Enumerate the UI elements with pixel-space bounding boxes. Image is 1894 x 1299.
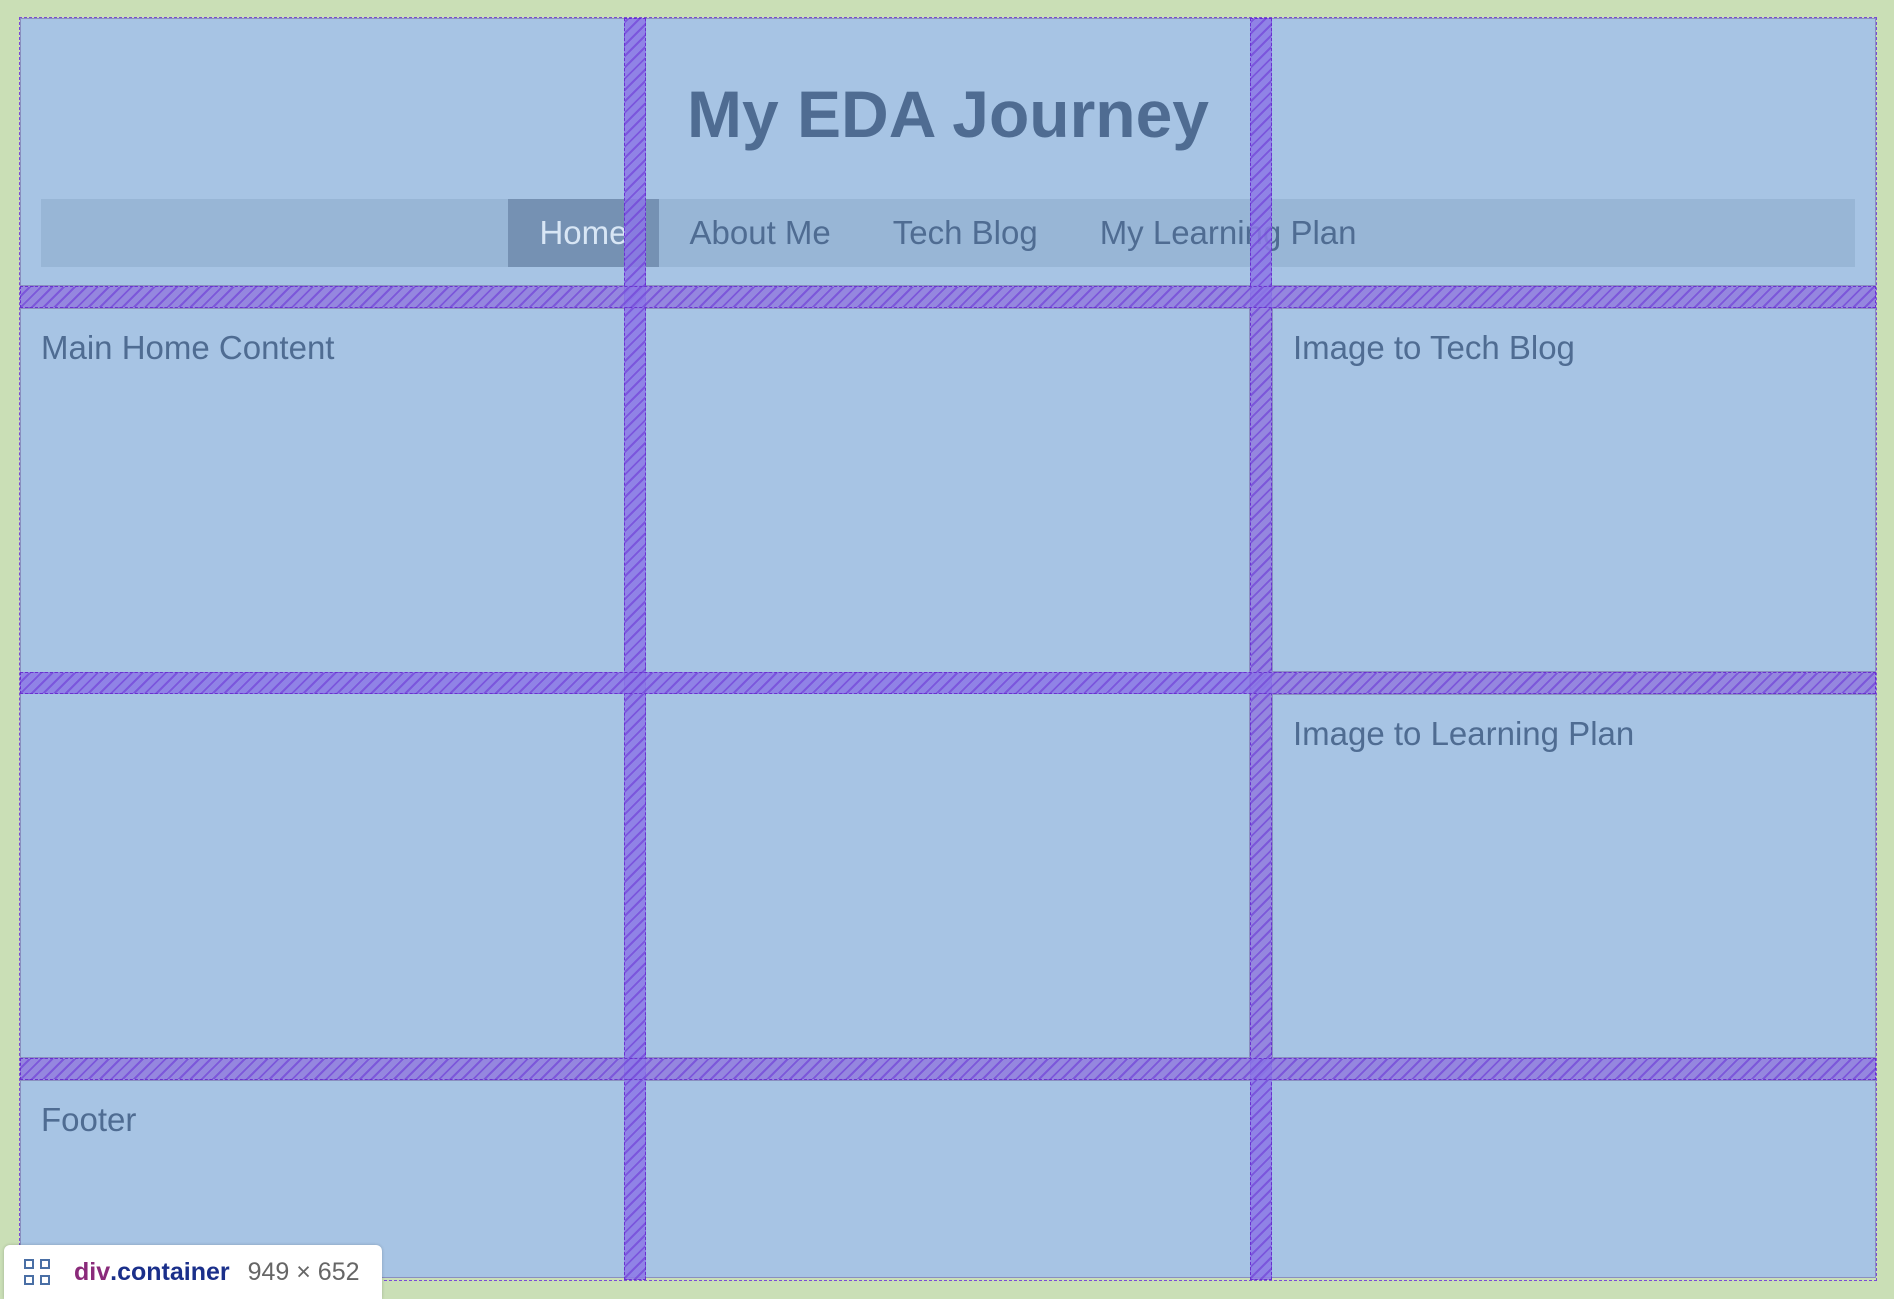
learning-plan-image-link[interactable]: Image to Learning Plan xyxy=(1272,694,1876,1058)
devtools-element-badge: div .container 949 × 652 xyxy=(4,1245,382,1299)
nav-tech-blog[interactable]: Tech Blog xyxy=(862,199,1069,267)
learning-plan-image-label: Image to Learning Plan xyxy=(1293,715,1635,752)
badge-class: .container xyxy=(110,1257,230,1286)
site-title: My EDA Journey xyxy=(686,77,1209,151)
badge-size: 949 × 652 xyxy=(247,1257,360,1286)
nav-home[interactable]: Home xyxy=(508,199,659,267)
grid-container: My EDA Journey Home About Me Tech Blog M… xyxy=(19,17,1877,1281)
grid-icon xyxy=(24,1259,50,1285)
tech-blog-image-link[interactable]: Image to Tech Blog xyxy=(1272,308,1876,672)
header: My EDA Journey Home About Me Tech Blog M… xyxy=(20,18,1876,286)
main-content: Main Home Content xyxy=(20,308,1250,1058)
nav-about-me[interactable]: About Me xyxy=(659,199,862,267)
navbar: Home About Me Tech Blog My Learning Plan xyxy=(41,199,1855,267)
footer-label: Footer xyxy=(41,1101,137,1138)
nav-learning-plan[interactable]: My Learning Plan xyxy=(1069,199,1388,267)
main-content-label: Main Home Content xyxy=(41,329,335,366)
tech-blog-image-label: Image to Tech Blog xyxy=(1293,329,1575,366)
badge-tag: div xyxy=(74,1257,111,1286)
